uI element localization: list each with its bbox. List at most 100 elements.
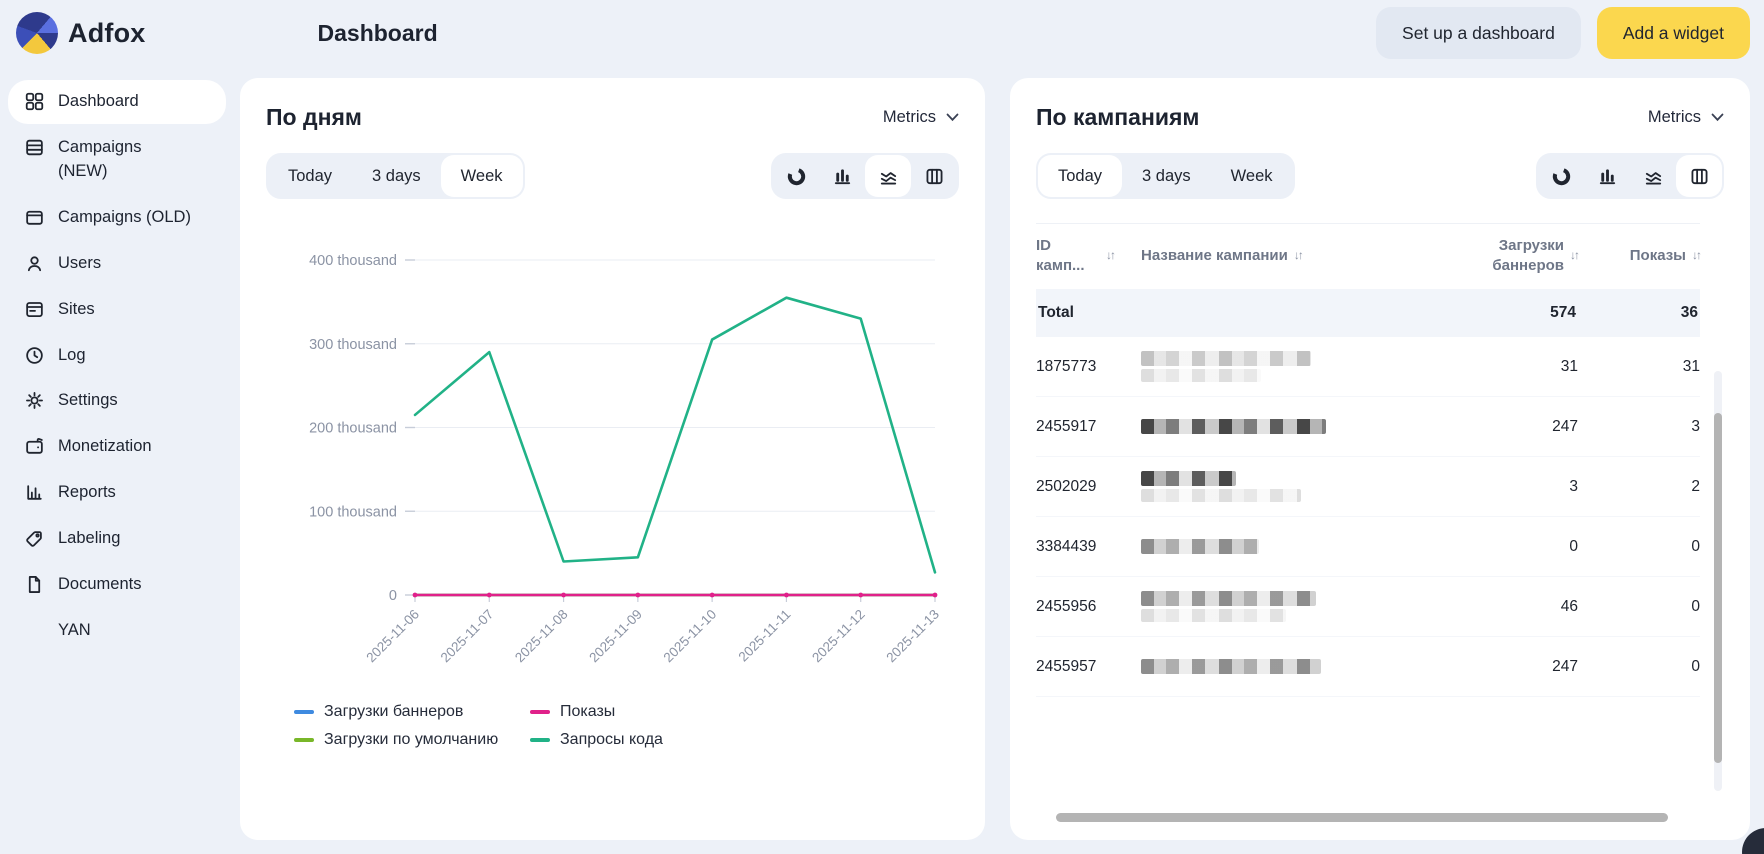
tab-today[interactable]: Today: [1038, 155, 1122, 197]
sidebar-item-documents[interactable]: Documents: [8, 563, 226, 607]
adfox-logo[interactable]: Adfox: [16, 12, 146, 54]
sidebar-item-labeling[interactable]: Labeling: [8, 517, 226, 561]
campaign-id: 2455917: [1036, 418, 1131, 436]
svg-text:2025-11-06: 2025-11-06: [363, 607, 422, 666]
campaign-name-redacted: [1141, 419, 1418, 434]
sort-icon: ↓↑: [1106, 248, 1114, 264]
sidebar-item-campaigns-old[interactable]: Campaigns (OLD): [8, 196, 226, 240]
column-header-campaign-name[interactable]: Название кампании↓↑: [1141, 246, 1418, 266]
sidebar-item-log[interactable]: Log: [8, 334, 226, 378]
banner-loads: 247: [1428, 658, 1578, 676]
tab-3days[interactable]: 3 days: [352, 155, 441, 197]
campaign-id: 2502029: [1036, 478, 1131, 496]
svg-text:100 thousand: 100 thousand: [309, 504, 397, 520]
total-banner-loads: 574: [1428, 304, 1578, 322]
window-icon: [24, 299, 45, 320]
tab-3days[interactable]: 3 days: [1122, 155, 1211, 197]
line-chart-icon[interactable]: [1630, 155, 1676, 197]
tab-week[interactable]: Week: [1211, 155, 1293, 197]
campaign-name-redacted: [1141, 351, 1418, 382]
table-icon[interactable]: [911, 155, 957, 197]
legend-default-loads[interactable]: Загрузки по умолчанию: [294, 731, 530, 749]
adfox-logo-icon: [16, 12, 58, 54]
impressions: 31: [1588, 358, 1700, 376]
sidebar-item-reports[interactable]: Reports: [8, 471, 226, 515]
horizontal-scrollbar-thumb[interactable]: [1056, 813, 1668, 822]
impressions: 3: [1588, 418, 1700, 436]
sidebar: Dashboard Campaigns (NEW) Campaigns (OLD…: [0, 78, 232, 655]
tab-today[interactable]: Today: [268, 155, 352, 197]
impressions: 0: [1588, 598, 1700, 616]
svg-text:2025-11-10: 2025-11-10: [661, 607, 720, 666]
setup-dashboard-button[interactable]: Set up a dashboard: [1376, 7, 1581, 59]
add-widget-button[interactable]: Add a widget: [1597, 7, 1750, 59]
banner-loads: 46: [1428, 598, 1578, 616]
sidebar-item-settings[interactable]: Settings: [8, 379, 226, 423]
bar-chart-icon[interactable]: [819, 155, 865, 197]
vertical-scrollbar: [1714, 371, 1722, 791]
campaigns-table: ID камп...↓↑ Название кампании↓↑ Загрузк…: [1036, 223, 1724, 697]
legend-impressions[interactable]: Показы: [530, 703, 959, 721]
svg-text:200 thousand: 200 thousand: [309, 421, 397, 437]
table-row: 3384439 0 0: [1036, 517, 1700, 577]
column-header-banner-loads[interactable]: Загрузки баннеров↓↑: [1428, 236, 1578, 275]
by-campaigns-period-tabs: Today 3 days Week: [1036, 153, 1295, 199]
column-header-impressions[interactable]: Показы↓↑: [1588, 246, 1700, 266]
impressions: 2: [1588, 478, 1700, 496]
by-days-metrics-dropdown[interactable]: Metrics: [883, 108, 959, 127]
sidebar-item-campaigns-new[interactable]: Campaigns (NEW): [8, 126, 226, 194]
legend-swatch: [530, 710, 550, 714]
sidebar-item-dashboard[interactable]: Dashboard: [8, 80, 226, 124]
by-days-chart-type-switch: [771, 153, 959, 199]
sidebar-item-monetization[interactable]: Monetization: [8, 425, 226, 469]
bar-chart-icon: [24, 482, 45, 503]
grid-icon: [24, 91, 45, 112]
table-header-row: ID камп...↓↑ Название кампании↓↑ Загрузк…: [1036, 223, 1700, 289]
column-header-campaign-id[interactable]: ID камп...↓↑: [1036, 236, 1131, 275]
table-row: 2455956 46 0: [1036, 577, 1700, 637]
legend-swatch: [294, 710, 314, 714]
campaign-id: 2455956: [1036, 598, 1131, 616]
svg-text:0: 0: [389, 588, 397, 604]
sidebar-item-yan[interactable]: YAN: [8, 609, 226, 653]
by-days-period-tabs: Today 3 days Week: [266, 153, 525, 199]
by-campaigns-chart-type-switch: [1536, 153, 1724, 199]
file-icon: [24, 574, 45, 595]
svg-text:2025-11-09: 2025-11-09: [586, 607, 645, 666]
by-days-title: По дням: [266, 104, 362, 131]
clock-icon: [24, 345, 45, 366]
sort-icon: ↓↑: [1294, 248, 1302, 264]
yan-icon: [24, 620, 45, 641]
campaign-id: 1875773: [1036, 358, 1131, 376]
banner-loads: 247: [1428, 418, 1578, 436]
sidebar-item-sites[interactable]: Sites: [8, 288, 226, 332]
gear-icon: [24, 390, 45, 411]
svg-text:300 thousand: 300 thousand: [309, 337, 397, 353]
pie-chart-icon[interactable]: [773, 155, 819, 197]
tab-week[interactable]: Week: [441, 155, 523, 197]
by-days-widget: По дням Metrics Today 3 days Week 0 100 t…: [240, 78, 985, 840]
campaign-name-redacted: [1141, 591, 1418, 622]
legend-code-requests[interactable]: Запросы кода: [530, 731, 959, 749]
by-campaigns-metrics-dropdown[interactable]: Metrics: [1648, 108, 1724, 127]
campaign-name-redacted: [1141, 539, 1418, 554]
svg-text:2025-11-12: 2025-11-12: [809, 607, 868, 666]
svg-text:2025-11-13: 2025-11-13: [883, 607, 942, 666]
vertical-scrollbar-thumb[interactable]: [1714, 413, 1722, 763]
by-days-line-chart: 0100 thousand200 thousand300 thousand400…: [266, 221, 959, 761]
pie-chart-icon[interactable]: [1538, 155, 1584, 197]
impressions: 0: [1588, 658, 1700, 676]
by-campaigns-title: По кампаниям: [1036, 104, 1199, 131]
brand-name: Adfox: [68, 18, 146, 49]
line-chart-icon[interactable]: [865, 155, 911, 197]
bar-chart-icon[interactable]: [1584, 155, 1630, 197]
table-row: 2455917 247 3: [1036, 397, 1700, 457]
legend-banner-loads[interactable]: Загрузки баннеров: [294, 703, 530, 721]
chevron-down-icon: [946, 113, 959, 122]
legend-swatch: [294, 738, 314, 742]
sidebar-item-users[interactable]: Users: [8, 242, 226, 286]
total-impressions: 36: [1588, 304, 1700, 322]
table-icon[interactable]: [1676, 155, 1722, 197]
svg-text:2025-11-11: 2025-11-11: [736, 607, 794, 665]
campaign-name-redacted: [1141, 471, 1418, 502]
